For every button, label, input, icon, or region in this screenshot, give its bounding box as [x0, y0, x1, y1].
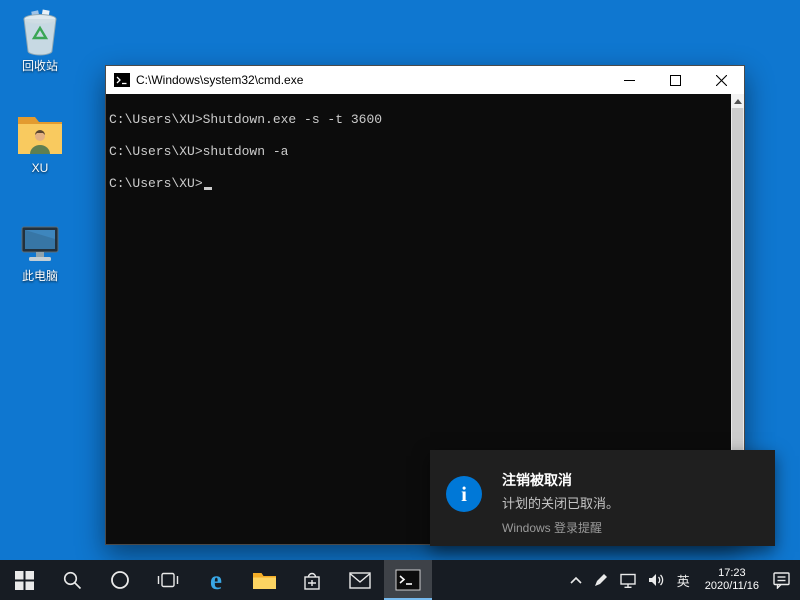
- action-center-button[interactable]: [767, 560, 796, 600]
- cmd-icon: [114, 73, 130, 87]
- clock-date: 2020/11/16: [705, 580, 759, 593]
- taskbar: e: [0, 560, 800, 600]
- console-cursor: [204, 187, 212, 190]
- maximize-button[interactable]: [652, 66, 698, 94]
- system-tray: 英 17:23 2020/11/16: [564, 560, 800, 600]
- pen-icon: [593, 572, 609, 588]
- window-title: C:\Windows\system32\cmd.exe: [136, 73, 606, 87]
- taskbar-clock[interactable]: 17:23 2020/11/16: [697, 560, 767, 600]
- minimize-button[interactable]: [606, 66, 652, 94]
- pen-tray-button[interactable]: [588, 560, 614, 600]
- desktop-icon-label: 回收站: [22, 59, 58, 73]
- ime-indicator[interactable]: 英: [670, 560, 697, 600]
- desktop-icon-this-pc[interactable]: 此电脑: [4, 222, 76, 283]
- file-explorer-button[interactable]: [240, 560, 288, 600]
- recycle-bin-icon: [18, 8, 62, 56]
- minimize-icon: [624, 75, 635, 86]
- search-button[interactable]: [48, 560, 96, 600]
- close-button[interactable]: [698, 66, 744, 94]
- console-prompt-line: C:\Users\XU>: [109, 176, 726, 192]
- close-icon: [716, 75, 727, 86]
- speaker-icon: [647, 572, 665, 588]
- info-icon: i: [446, 476, 482, 512]
- desktop-icon-user-folder[interactable]: XU: [4, 112, 76, 175]
- notification-toast[interactable]: i 注销被取消 计划的关闭已取消。 Windows 登录提醒: [430, 450, 775, 546]
- console-line: [109, 128, 726, 144]
- scrollbar-up-arrow[interactable]: [731, 94, 744, 108]
- maximize-icon: [670, 75, 681, 86]
- notification-title: 注销被取消: [502, 470, 619, 490]
- clock-time: 17:23: [718, 567, 746, 580]
- desktop-icon-label: 此电脑: [22, 269, 58, 283]
- console-line: C:\Users\XU>shutdown -a: [109, 144, 726, 160]
- console-prompt: C:\Users\XU>: [109, 176, 203, 192]
- action-center-icon: [772, 571, 791, 589]
- volume-tray-button[interactable]: [642, 560, 670, 600]
- search-icon: [62, 570, 82, 590]
- this-pc-icon: [16, 222, 64, 266]
- network-icon: [619, 572, 637, 589]
- network-tray-button[interactable]: [614, 560, 642, 600]
- folder-icon: [252, 570, 277, 591]
- edge-icon: e: [210, 567, 222, 594]
- task-view-button[interactable]: [144, 560, 192, 600]
- start-button[interactable]: [0, 560, 48, 600]
- console-line: C:\Users\XU>Shutdown.exe -s -t 3600: [109, 112, 726, 128]
- store-icon: [302, 570, 322, 591]
- desktop-icon-label: XU: [32, 161, 49, 175]
- task-view-icon: [156, 571, 180, 589]
- mail-button[interactable]: [336, 560, 384, 600]
- chevron-up-icon: [569, 575, 583, 585]
- notification-message: 计划的关闭已取消。: [502, 493, 619, 512]
- store-button[interactable]: [288, 560, 336, 600]
- edge-button[interactable]: e: [192, 560, 240, 600]
- desktop-icon-recycle-bin[interactable]: 回收站: [4, 8, 76, 73]
- cortana-button[interactable]: [96, 560, 144, 600]
- notification-source: Windows 登录提醒: [502, 519, 619, 536]
- user-folder-icon: [16, 112, 64, 158]
- windows-logo-icon: [15, 571, 34, 590]
- cmd-taskbar-button[interactable]: [384, 560, 432, 600]
- hidden-icons-button[interactable]: [564, 560, 588, 600]
- mail-icon: [349, 572, 371, 589]
- cortana-icon: [110, 570, 130, 590]
- cmd-taskbar-icon: [395, 569, 421, 591]
- console-line: [109, 160, 726, 176]
- cmd-titlebar[interactable]: C:\Windows\system32\cmd.exe: [106, 66, 744, 94]
